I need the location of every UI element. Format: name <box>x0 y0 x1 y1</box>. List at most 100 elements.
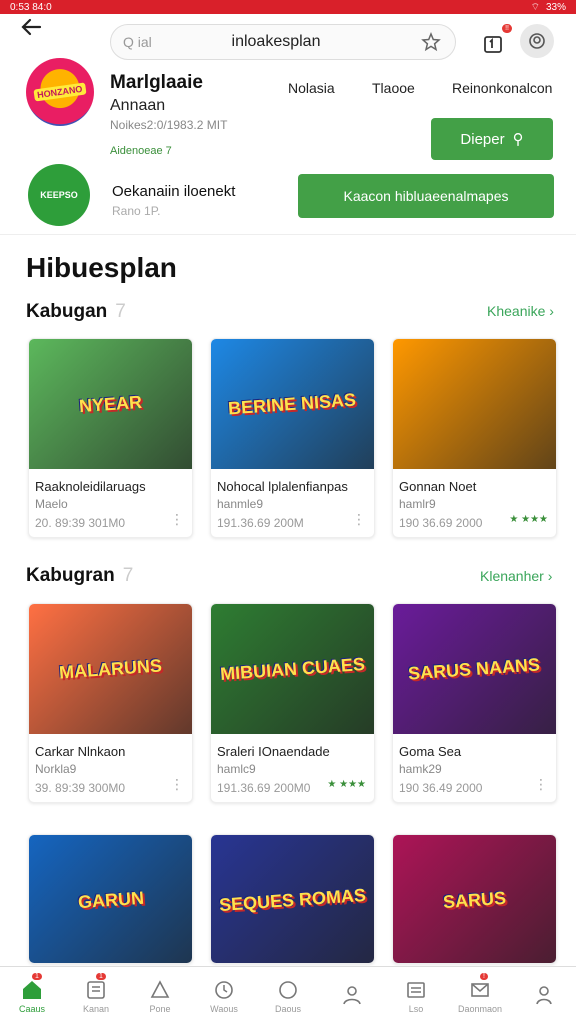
status-bar: 0:53 84:0 ⌔ 33% <box>0 0 576 14</box>
card-art-text: GARUN <box>76 887 145 912</box>
tab-badge: 1 <box>32 973 42 980</box>
card-art-text: NYEAR <box>78 391 143 416</box>
more-options-icon[interactable]: ⋮ <box>352 511 366 528</box>
tab-badge: ! <box>480 973 488 980</box>
game-card[interactable]: SARUS NAANS Goma Sea hamk29 190 36.49 20… <box>392 603 557 803</box>
battery-level: 33% <box>545 1 566 13</box>
card-subtitle: hamk29 <box>399 762 442 776</box>
link-tab-2[interactable]: Tlaooe <box>372 80 415 96</box>
card-subtitle: hamlr9 <box>399 497 436 511</box>
action-button[interactable]: Dieper ⚲ <box>431 118 553 160</box>
cart-badge: !! <box>502 24 512 33</box>
card-thumbnail: NYEAR <box>29 339 192 469</box>
home-icon <box>19 978 45 1002</box>
person-icon <box>339 983 365 1007</box>
tab-person[interactable] <box>320 967 384 1024</box>
game-card[interactable]: NYEAR Raaknoleidilaruags Maelo 20. 89:39… <box>28 338 193 538</box>
mail-icon <box>467 978 493 1002</box>
secondary-app-name: Oekanaiin iloenekt <box>112 183 236 200</box>
secondary-app-logo[interactable]: KEEPSO <box>28 164 90 226</box>
card-title: Sraleri IOnaendade <box>217 744 330 759</box>
card-thumbnail: SARUS NAANS <box>393 604 556 734</box>
game-card[interactable]: Gonnan Noet hamlr9 190 36.69 2000 ★ ★★★ <box>392 338 557 538</box>
link-tab-1[interactable]: Nolasia <box>288 80 335 96</box>
game-card[interactable]: MIBUIAN CUAES Sraleri IOnaendade hamlc9 … <box>210 603 375 803</box>
triangle-icon <box>147 978 173 1002</box>
tab-news[interactable]: Kanan 1 <box>64 967 128 1024</box>
section-title-1: Kabugan 7 <box>26 301 126 323</box>
tab-label: Waous <box>210 1003 238 1014</box>
card-meta: 190 36.69 2000 <box>399 516 483 530</box>
card-meta: 20. 89:39 301M0 <box>35 516 126 530</box>
card-title: Nohocal lplalenfianpas <box>217 479 348 494</box>
game-card[interactable]: SEQUES ROMAS <box>210 834 375 964</box>
profile-button[interactable] <box>520 24 554 58</box>
tab-profile[interactable] <box>512 967 576 1024</box>
cart-icon <box>484 36 502 53</box>
tab-label: Kanan <box>82 1003 110 1014</box>
tab-triangle[interactable]: Pone <box>128 967 192 1024</box>
action-button-label: Dieper <box>460 130 505 148</box>
card-subtitle: Norkla9 <box>35 762 77 776</box>
card-subtitle: hanmle9 <box>217 497 264 511</box>
card-title: Gonnan Noet <box>399 479 477 494</box>
card-thumbnail: SEQUES ROMAS <box>211 835 374 963</box>
section-count: 7 <box>115 301 126 322</box>
featured-app-name: Marlglaaie <box>110 72 203 93</box>
game-card[interactable]: SARUS <box>392 834 557 964</box>
status-icons: ⌔ 33% <box>531 1 566 14</box>
game-card[interactable]: MALARUNS Carkar Nlnkaon Norkla9 39. 89:3… <box>28 603 193 803</box>
card-title: Raaknoleidilaruags <box>35 479 146 494</box>
search-bar[interactable]: Q ial inloakesplan <box>110 24 456 60</box>
section-title-text: Kabugan <box>26 301 108 322</box>
cart-button[interactable]: !! <box>478 24 512 58</box>
tab-label: Daous <box>274 1003 301 1014</box>
bottom-tab-bar: Caaus 1 Kanan 1 Pone Waous Daous Lso Dao… <box>0 966 576 1024</box>
game-card[interactable]: BERINE NISAS Nohocal lplalenfianpas hanm… <box>210 338 375 538</box>
section-more-link-2[interactable]: Klenanher › <box>480 568 552 584</box>
star-icon[interactable] <box>419 30 443 54</box>
section-more-label: Kheanike <box>487 303 546 319</box>
card-thumbnail: MALARUNS <box>29 604 192 734</box>
more-options-icon[interactable]: ⋮ <box>534 776 548 793</box>
wide-action-button[interactable]: Kaacon hibluaeenalmapes <box>298 174 554 218</box>
card-art-text: SEQUES ROMAS <box>218 884 367 915</box>
section-title-text: Kabugran <box>26 565 115 586</box>
card-title: Goma Sea <box>399 744 462 759</box>
avatar-icon <box>529 33 545 49</box>
tab-clock[interactable]: Waous <box>192 967 256 1024</box>
card-title: Carkar Nlnkaon <box>35 744 126 759</box>
back-arrow-icon <box>21 18 42 36</box>
status-time: 0:53 84:0 <box>10 1 52 13</box>
featured-app-logo[interactable]: HONZANO <box>26 58 94 126</box>
link-tab-3[interactable]: Reinonkonalcon <box>452 80 552 96</box>
card-art-text: SARUS NAANS <box>407 653 542 684</box>
app2-logo-text: KEEPSO <box>40 190 78 200</box>
game-card[interactable]: GARUN <box>28 834 193 964</box>
chevron-right-icon: › <box>549 303 554 319</box>
more-options-icon[interactable]: ⋮ <box>170 511 184 528</box>
more-options-icon[interactable]: ⋮ <box>170 776 184 793</box>
tab-circle[interactable]: Daous <box>256 967 320 1024</box>
card-meta: 191.36.69 200M <box>217 516 304 530</box>
tab-mail[interactable]: Daonmaon ! <box>448 967 512 1024</box>
card-meta: 190 36.49 2000 <box>399 781 483 795</box>
list-icon <box>403 978 429 1002</box>
featured-app-rating: Aidenoeae 7 <box>110 145 172 157</box>
tab-label: Daonmaon <box>457 1003 503 1014</box>
card-thumbnail <box>393 339 556 469</box>
app-logo-text: HONZANO <box>33 82 87 102</box>
tab-label: Lso <box>408 1003 424 1014</box>
magnify-icon: ⚲ <box>512 131 524 148</box>
card-art-text: SARUS <box>442 887 507 912</box>
featured-app-subtitle: Annaan <box>110 97 166 114</box>
tab-list[interactable]: Lso <box>384 967 448 1024</box>
tab-badge: 1 <box>96 973 106 980</box>
search-input[interactable]: inloakesplan <box>133 33 419 51</box>
tab-home[interactable]: Caaus 1 <box>0 967 64 1024</box>
card-art-text: MALARUNS <box>58 654 163 683</box>
back-button[interactable] <box>14 12 48 42</box>
section-more-link-1[interactable]: Kheanike › <box>487 303 554 319</box>
card-thumbnail: MIBUIAN CUAES <box>211 604 374 734</box>
section-count: 7 <box>122 565 134 586</box>
